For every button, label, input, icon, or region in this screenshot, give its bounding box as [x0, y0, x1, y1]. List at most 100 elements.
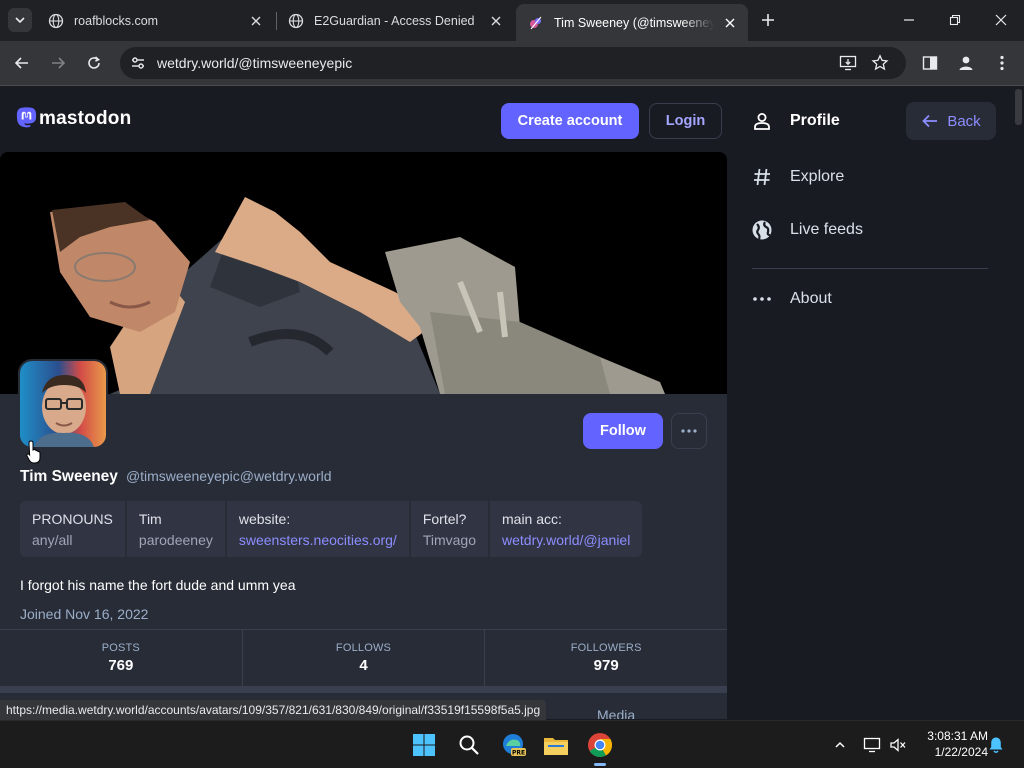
- taskbar-clock[interactable]: 3:08:31 AM 1/22/2024: [912, 728, 988, 760]
- main-account-link[interactable]: wetdry.world/@janiel: [502, 531, 630, 549]
- nav-divider: [752, 268, 988, 269]
- nav-live-feeds[interactable]: Live feeds: [750, 218, 863, 242]
- stat-posts[interactable]: POSTS 769: [0, 630, 243, 686]
- field-name: Tim: [138, 511, 162, 527]
- website-link[interactable]: sweensters.neocities.org/: [239, 531, 397, 549]
- nav-label: About: [790, 290, 832, 307]
- create-account-button[interactable]: Create account: [501, 103, 639, 139]
- globe-icon: [48, 13, 64, 28]
- chrome-icon: [588, 733, 613, 758]
- speaker-muted-icon: [890, 738, 906, 752]
- nav-about[interactable]: About: [750, 287, 832, 311]
- side-panel-button[interactable]: [916, 49, 944, 77]
- taskbar: PRE 3:08:31 AM 1/22/2024: [0, 720, 1024, 768]
- scrollbar-thumb[interactable]: [1015, 89, 1022, 125]
- minimize-button[interactable]: [886, 0, 932, 40]
- tab-title: Tim Sweeney (@timsweeneyepic: [554, 15, 714, 30]
- minimize-icon: [904, 19, 914, 21]
- stat-follows[interactable]: FOLLOWS 4: [243, 630, 486, 686]
- taskbar-search-button[interactable]: [453, 729, 485, 761]
- side-panel-icon: [922, 56, 938, 70]
- close-icon: [995, 14, 1007, 26]
- clock-date: 1/22/2024: [934, 745, 988, 759]
- clock-time: 3:08:31 AM: [927, 729, 988, 743]
- edge-browser-icon: PRE: [503, 734, 526, 757]
- taskbar-edge-beta[interactable]: PRE: [498, 729, 530, 761]
- forward-nav-button[interactable]: [44, 49, 72, 77]
- site-header: mastodon Create account Login: [0, 87, 738, 152]
- taskbar-file-explorer[interactable]: [540, 729, 572, 761]
- folder-icon: [544, 738, 568, 755]
- volume-tray-button[interactable]: [888, 735, 908, 755]
- page: mastodon Create account Login Follow Tim…: [0, 87, 1024, 719]
- stat-value: 979: [593, 657, 619, 674]
- stat-label: FOLLOWS: [335, 642, 392, 654]
- globe-icon: [288, 13, 304, 28]
- field-fortel: Fortel? Timvago: [410, 501, 488, 557]
- browser-toolbar: wetdry.world/@timsweeneyepic: [0, 41, 1024, 86]
- bookmark-button[interactable]: [866, 49, 894, 77]
- login-button[interactable]: Login: [649, 103, 722, 139]
- notifications-button[interactable]: [986, 735, 1006, 755]
- tab-search-button[interactable]: [8, 8, 32, 32]
- new-tab-button[interactable]: [756, 8, 780, 32]
- chevron-down-icon: [15, 17, 25, 24]
- back-button[interactable]: Back: [906, 102, 996, 140]
- mastodon-favicon-icon: [530, 16, 542, 29]
- field-main-acc: main acc: wetdry.world/@janiel: [490, 501, 643, 557]
- reload-icon: [88, 56, 100, 69]
- nav-label: Explore: [790, 168, 845, 185]
- follow-button[interactable]: Follow: [583, 413, 663, 449]
- field-tim: Tim parodeeney: [126, 501, 225, 557]
- stat-followers[interactable]: FOLLOWERS 979: [485, 630, 727, 686]
- profile-fields: PRONOUNS any/all Tim parodeeney website:…: [20, 501, 643, 557]
- restore-button[interactable]: [932, 0, 978, 40]
- header-artwork: [0, 152, 727, 394]
- browser-menu-button[interactable]: [988, 49, 1016, 77]
- field-name: Fortel?: [422, 511, 467, 527]
- avatar[interactable]: [18, 359, 108, 449]
- windows-logo-icon: [413, 734, 435, 756]
- stat-value: 4: [359, 657, 368, 674]
- nav-explore[interactable]: Explore: [750, 165, 844, 189]
- tab-roafblocks[interactable]: roafblocks.com: [36, 4, 274, 37]
- mastodon-logo[interactable]: mastodon: [15, 106, 131, 131]
- field-name: PRONOUNS: [32, 511, 113, 527]
- link-status-bubble: https://media.wetdry.world/accounts/avat…: [0, 700, 547, 720]
- profile-tabs-divider: [0, 687, 727, 693]
- close-icon[interactable]: [722, 15, 738, 31]
- profile-bio: I forgot his name the fort dude and umm …: [20, 577, 296, 593]
- tab-tim-sweeney[interactable]: Tim Sweeney (@timsweeneyepic: [516, 4, 748, 41]
- install-app-button[interactable]: [834, 49, 862, 77]
- field-name: website:: [238, 511, 291, 527]
- back-nav-button[interactable]: [8, 49, 36, 77]
- reload-button[interactable]: [80, 49, 108, 77]
- mouse-cursor-icon: [26, 440, 41, 464]
- profile-header-image[interactable]: [0, 152, 727, 394]
- url-text[interactable]: wetdry.world/@timsweeneyepic: [157, 55, 352, 71]
- show-hidden-icons-button[interactable]: [830, 735, 850, 755]
- nav-profile[interactable]: Profile: [750, 109, 840, 133]
- start-button[interactable]: [408, 729, 440, 761]
- chevron-up-icon: [835, 741, 845, 748]
- profile-button[interactable]: [952, 49, 980, 77]
- network-icon: [863, 737, 881, 753]
- more-options-button[interactable]: [671, 413, 707, 449]
- close-icon[interactable]: [248, 13, 264, 29]
- stat-label: FOLLOWERS: [570, 642, 642, 654]
- stat-label: POSTS: [101, 642, 140, 654]
- close-window-button[interactable]: [978, 0, 1024, 40]
- address-bar[interactable]: wetdry.world/@timsweeneyepic: [120, 47, 906, 79]
- browser-tab-strip: roafblocks.com E2Guardian - Access Denie…: [0, 0, 1024, 41]
- mastodon-logo-icon: [16, 107, 37, 128]
- close-icon[interactable]: [488, 13, 504, 29]
- tab-e2guardian[interactable]: E2Guardian - Access Denied: [276, 4, 514, 37]
- page-scrollbar[interactable]: [1013, 87, 1024, 719]
- network-tray-button[interactable]: [862, 735, 882, 755]
- person-icon: [959, 56, 973, 70]
- site-info-button[interactable]: [126, 51, 150, 75]
- taskbar-chrome[interactable]: [584, 729, 616, 761]
- tab-title: roafblocks.com: [74, 13, 159, 28]
- tab-media[interactable]: Media: [597, 707, 635, 719]
- field-value: any/all: [32, 532, 73, 548]
